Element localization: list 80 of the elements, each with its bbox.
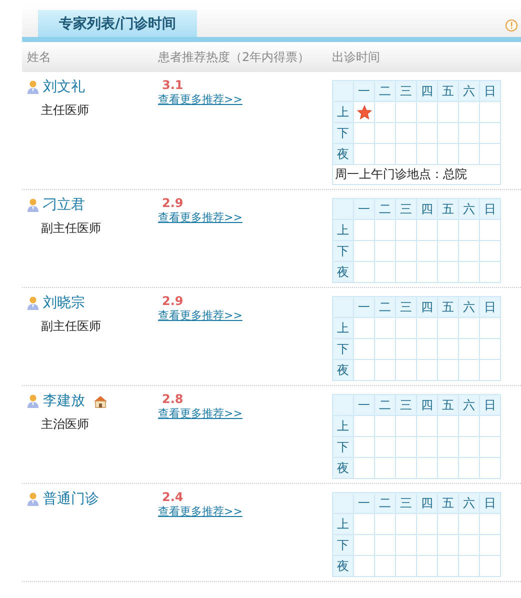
weekday-header: 日	[480, 198, 500, 220]
weekday-header: 一	[354, 394, 374, 416]
more-recommendations-link[interactable]: 查看更多推荐>>	[158, 505, 242, 518]
column-header: 患者推荐热度（2年内得票）	[158, 48, 311, 66]
period-label: 上	[332, 514, 354, 534]
weekday-header: 五	[438, 492, 458, 514]
weekday-header: 三	[396, 492, 416, 514]
period-label: 夜	[332, 144, 354, 164]
period-label: 下	[332, 534, 354, 556]
doctor-title: 主治医师	[41, 416, 90, 433]
weekday-header: 六	[458, 394, 480, 416]
recommend-score: 3.1	[162, 78, 184, 92]
weekday-header: 三	[396, 198, 416, 220]
doctor-name-link[interactable]: 刁立君	[43, 196, 85, 214]
weekday-header: 二	[374, 296, 396, 318]
weekday-header: 四	[416, 80, 438, 102]
period-label: 夜	[332, 360, 354, 380]
period-label: 上	[332, 220, 354, 240]
doctor-title: 副主任医师	[41, 318, 102, 335]
column-header: 姓名	[26, 48, 52, 66]
doctor-name-link[interactable]: 刘晓宗	[43, 294, 85, 312]
weekday-header: 日	[480, 296, 500, 318]
weekday-header: 三	[396, 296, 416, 318]
more-recommendations-link[interactable]: 查看更多推荐>>	[158, 309, 242, 322]
weekday-header: 日	[480, 80, 500, 102]
recommend-score: 2.9	[162, 294, 184, 308]
weekday-header: 四	[416, 296, 438, 318]
weekday-header: 五	[438, 198, 458, 220]
weekday-header: 五	[438, 80, 458, 102]
weekday-header: 三	[396, 394, 416, 416]
person-icon	[27, 296, 39, 310]
period-label: 下	[332, 240, 354, 262]
period-label: 夜	[332, 556, 354, 576]
weekday-header: 四	[416, 394, 438, 416]
person-icon	[27, 492, 39, 506]
weekday-header: 一	[354, 198, 374, 220]
doctor-name-link[interactable]: 普通门诊	[43, 490, 99, 508]
weekday-header: 六	[458, 80, 480, 102]
weekday-header: 六	[458, 198, 480, 220]
period-label: 上	[332, 318, 354, 338]
period-label: 下	[332, 436, 354, 458]
house-icon[interactable]	[93, 394, 108, 408]
recommend-score: 2.4	[162, 490, 184, 504]
weekday-header: 一	[354, 492, 374, 514]
weekday-header: 一	[354, 80, 374, 102]
weekday-header: 二	[374, 80, 396, 102]
period-label: 上	[332, 102, 354, 122]
weekday-header: 日	[480, 492, 500, 514]
clinic-location-note: 周一上午门诊地点：总院	[332, 164, 500, 184]
weekday-header: 六	[458, 296, 480, 318]
weekday-header: 六	[458, 492, 480, 514]
weekday-header: 二	[374, 198, 396, 220]
period-label: 夜	[332, 262, 354, 282]
section-tab[interactable]: 专家列表/门诊时间	[38, 10, 197, 37]
doctor-title: 主任医师	[41, 102, 90, 119]
doctor-name-link[interactable]: 刘文礼	[43, 78, 85, 96]
more-recommendations-link[interactable]: 查看更多推荐>>	[158, 211, 242, 224]
column-header: 出诊时间	[332, 48, 381, 66]
period-label: 夜	[332, 458, 354, 478]
weekday-header: 二	[374, 492, 396, 514]
period-label: 下	[332, 338, 354, 360]
recommend-score: 2.9	[162, 196, 184, 210]
doctor-title: 副主任医师	[41, 220, 102, 237]
weekday-header: 日	[480, 394, 500, 416]
weekday-header: 一	[354, 296, 374, 318]
weekday-header: 五	[438, 394, 458, 416]
period-label: 上	[332, 416, 354, 436]
weekday-header: 三	[396, 80, 416, 102]
weekday-header: 四	[416, 198, 438, 220]
weekday-header: 四	[416, 492, 438, 514]
person-icon	[27, 394, 39, 408]
weekday-header: 二	[374, 394, 396, 416]
person-icon	[27, 198, 39, 212]
person-icon	[27, 80, 39, 94]
more-recommendations-link[interactable]: 查看更多推荐>>	[158, 407, 242, 420]
doctor-name-link[interactable]: 李建放	[43, 392, 85, 410]
period-label: 下	[332, 122, 354, 144]
weekday-header: 五	[438, 296, 458, 318]
recommend-score: 2.8	[162, 392, 184, 406]
more-recommendations-link[interactable]: 查看更多推荐>>	[158, 93, 242, 106]
